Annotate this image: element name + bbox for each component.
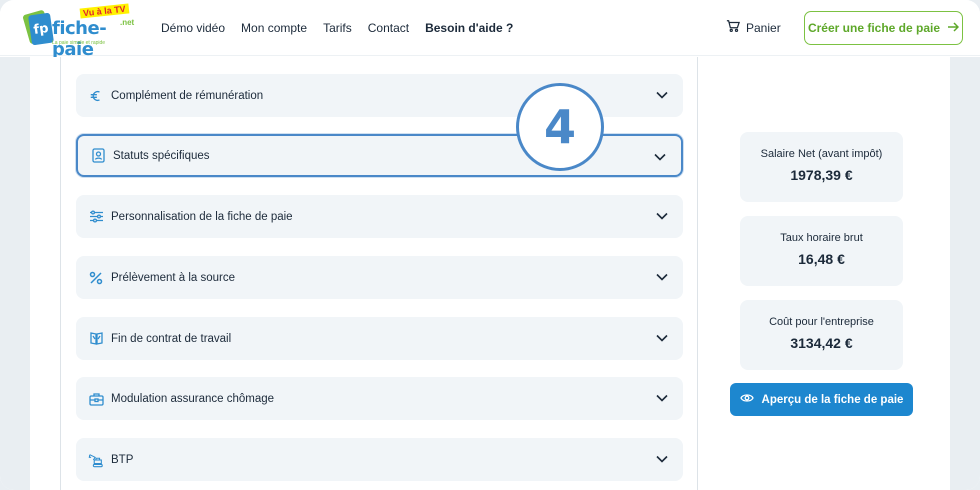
summary-cout-entreprise: Coût pour l'entreprise 3134,42 € [740,300,903,370]
logo-tv-badge: Vu à la TV [79,3,130,19]
percent-icon [88,270,104,286]
preview-payslip-label: Aperçu de la fiche de paie [761,393,904,406]
accordion-label: Complément de rémunération [111,89,264,102]
step-number-marker: 4 [516,83,604,171]
accordion-label: Prélèvement à la source [111,271,236,284]
excavator-icon [88,452,104,468]
app-window: fp fiche-paie Vu à la TV .net La paie si… [0,0,980,490]
summary-label: Salaire Net (avant impôt) [760,148,883,160]
summary-salaire-net: Salaire Net (avant impôt) 1978,39 € [740,132,903,202]
accordion-personnalisation[interactable]: Personnalisation de la fiche de paie [76,195,683,238]
arrow-right-icon [947,21,960,35]
accordion-label: Personnalisation de la fiche de paie [111,210,293,223]
chevron-down-icon [656,455,668,463]
cart-label: Panier [746,20,781,35]
chevron-down-icon [656,273,668,281]
euro-icon [88,88,104,104]
cart-icon [726,19,740,36]
summary-value: 1978,39 € [790,167,853,183]
chevron-down-icon [656,91,668,99]
nav-demo-video[interactable]: Démo vidéo [161,21,225,35]
accordion-label: BTP [111,453,134,466]
accordion-prelevement-source[interactable]: Prélèvement à la source [76,256,683,299]
summary-label: Coût pour l'entreprise [769,316,874,328]
logo-net: .net [120,18,135,27]
cart-button[interactable]: Panier [726,19,781,36]
accordion-label: Fin de contrat de travail [111,332,232,345]
logo-tagline: La paie simple et rapide [52,40,106,46]
accordion-label: Modulation assurance chômage [111,392,275,405]
summary-label: Taux horaire brut [780,232,863,244]
summary-value: 16,48 € [798,251,845,267]
create-payslip-label: Créer une fiche de paie [807,21,941,35]
briefcase-icon [88,391,104,407]
logo-badge-icon: fp [28,12,54,46]
chevron-down-icon [656,212,668,220]
top-header: fp fiche-paie Vu à la TV .net La paie si… [0,0,980,60]
documents-icon [88,331,104,347]
accordion-btp[interactable]: BTP [76,438,683,481]
main-nav: Démo vidéo Mon compte Tarifs Contact Bes… [161,0,513,56]
accordion-label: Statuts spécifiques [113,149,210,162]
sliders-icon [88,209,104,225]
nav-mon-compte[interactable]: Mon compte [241,21,307,35]
eye-icon [739,393,754,406]
nav-contact[interactable]: Contact [368,21,409,35]
preview-payslip-button[interactable]: Aperçu de la fiche de paie [730,383,913,416]
site-logo[interactable]: fp fiche-paie Vu à la TV .net La paie si… [22,3,142,60]
summary-taux-horaire: Taux horaire brut 16,48 € [740,216,903,286]
accordion-modulation-chomage[interactable]: Modulation assurance chômage [76,377,683,420]
chevron-down-icon [656,334,668,342]
accordion-fin-contrat[interactable]: Fin de contrat de travail [76,317,683,360]
create-payslip-button[interactable]: Créer une fiche de paie [804,11,963,45]
summary-value: 3134,42 € [790,335,853,351]
nav-tarifs[interactable]: Tarifs [323,21,352,35]
chevron-down-icon [656,394,668,402]
nav-besoin-aide[interactable]: Besoin d'aide ? [425,21,513,35]
chevron-down-icon [654,153,666,161]
badge-icon [90,148,106,164]
